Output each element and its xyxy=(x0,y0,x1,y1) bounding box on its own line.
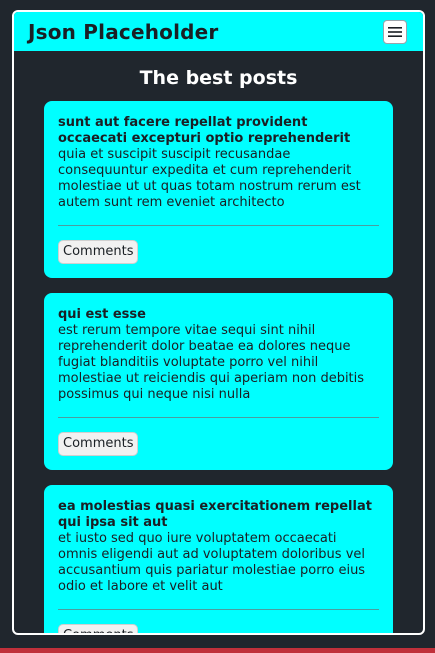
page-title: The best posts xyxy=(139,67,298,89)
post-title: ea molestias quasi exercitationem repell… xyxy=(58,499,372,530)
post-body: et iusto sed quo iure voluptatem occaeca… xyxy=(58,531,366,594)
card-divider xyxy=(58,225,379,226)
bottom-edge-strip xyxy=(0,648,435,653)
post-card: sunt aut facere repellat provident occae… xyxy=(44,101,393,278)
menu-toggle-button[interactable] xyxy=(383,19,407,44)
post-body: quia et suscipit suscipit recusandae con… xyxy=(58,147,361,210)
post-body: est rerum tempore vitae sequi sint nihil… xyxy=(58,323,365,402)
comments-button[interactable]: Comments xyxy=(58,240,139,264)
post-card: qui est esse est rerum tempore vitae seq… xyxy=(44,293,393,470)
posts-list: sunt aut facere repellat provident occae… xyxy=(14,101,423,633)
post-title: qui est esse xyxy=(58,307,146,322)
navbar: Json Placeholder xyxy=(14,12,423,51)
card-divider xyxy=(58,417,379,418)
post-title: sunt aut facere repellat provident occae… xyxy=(58,115,351,146)
comments-button[interactable]: Comments xyxy=(58,432,139,456)
app-frame: Json Placeholder The best posts sunt aut… xyxy=(12,10,425,635)
brand-title[interactable]: Json Placeholder xyxy=(28,20,219,44)
comments-button[interactable]: Comments xyxy=(58,624,139,633)
post-card: ea molestias quasi exercitationem repell… xyxy=(44,485,393,633)
hamburger-menu-icon xyxy=(388,26,402,37)
card-divider xyxy=(58,609,379,610)
